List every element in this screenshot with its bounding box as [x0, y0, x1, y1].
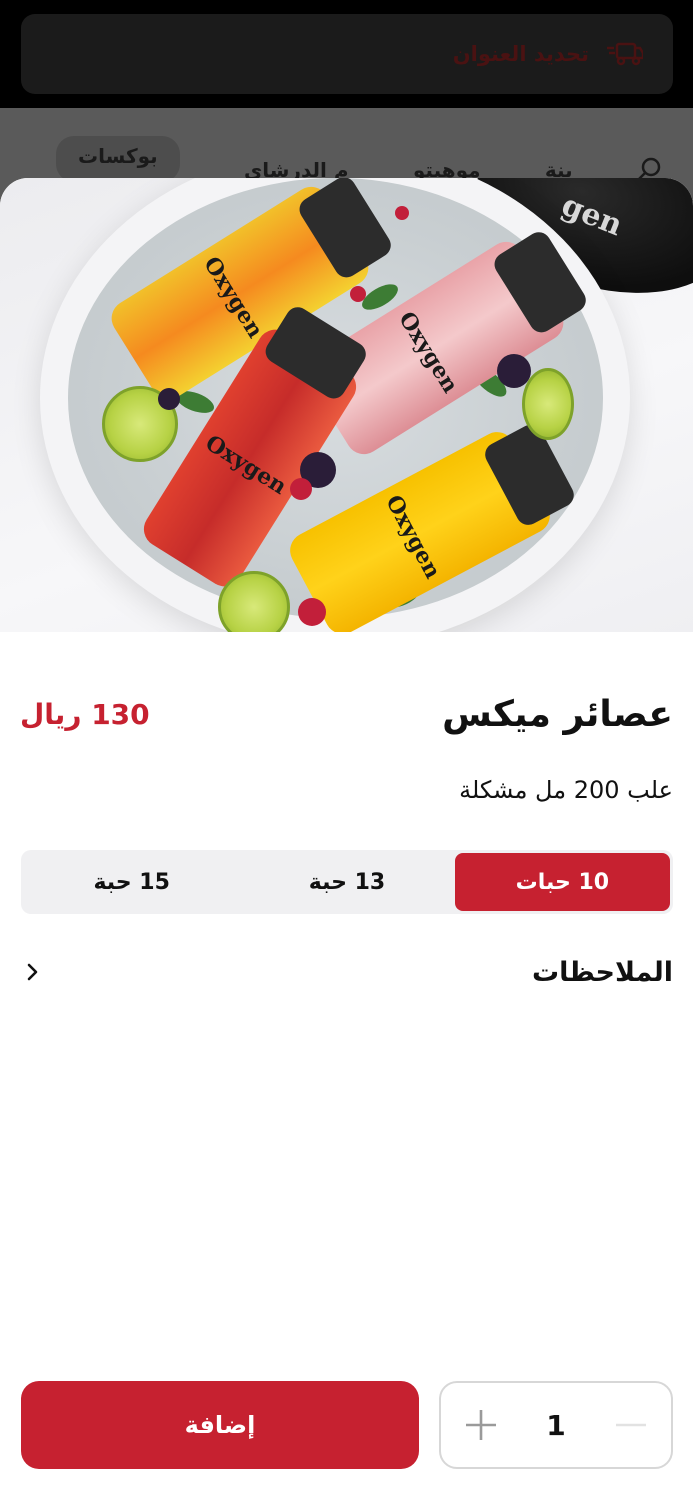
plus-icon: [466, 1410, 496, 1440]
product-description: علب 200 مل مشكلة: [459, 776, 673, 804]
size-option-10[interactable]: 10 حبات: [454, 853, 670, 911]
blackberry: [158, 388, 180, 410]
decrease-button[interactable]: [613, 1407, 649, 1443]
raspberry: [290, 478, 312, 500]
category-item[interactable]: بوكسات: [56, 136, 180, 182]
chevron-right-icon: [27, 963, 38, 981]
truck-icon: [607, 42, 643, 66]
top-strip: تحديد العنوان: [0, 0, 693, 108]
product-image: gen Oxygen Oxygen Oxygen Oxygen: [0, 178, 693, 632]
title-row: عصائر ميكس 130 ريال: [20, 694, 673, 735]
notes-label: الملاحظات: [531, 956, 673, 988]
size-option-13[interactable]: 13 حبة: [239, 853, 454, 911]
quantity-stepper: 1: [439, 1381, 673, 1469]
raspberry: [395, 206, 409, 220]
notes-row[interactable]: الملاحظات: [24, 952, 673, 992]
add-to-cart-button[interactable]: إضافة: [21, 1381, 419, 1469]
minus-icon: [615, 1423, 646, 1427]
raspberry: [298, 598, 326, 626]
raspberry: [350, 286, 366, 302]
product-price: 130 ريال: [20, 698, 150, 731]
product-title: عصائر ميكس: [442, 694, 673, 735]
category-nav: بوكسات م الدرشاي موهيتو بنة: [0, 108, 693, 188]
lime-slice: [522, 368, 574, 440]
product-sheet: gen Oxygen Oxygen Oxygen Oxygen عصائر مي…: [0, 178, 693, 1500]
quantity-value: 1: [546, 1408, 566, 1442]
size-selector: 10 حبات 13 حبة 15 حبة: [21, 850, 673, 914]
increase-button[interactable]: [463, 1407, 499, 1443]
address-bar[interactable]: تحديد العنوان: [21, 14, 673, 94]
blackberry: [497, 354, 531, 388]
address-label: تحديد العنوان: [452, 42, 589, 66]
size-option-15[interactable]: 15 حبة: [24, 853, 239, 911]
